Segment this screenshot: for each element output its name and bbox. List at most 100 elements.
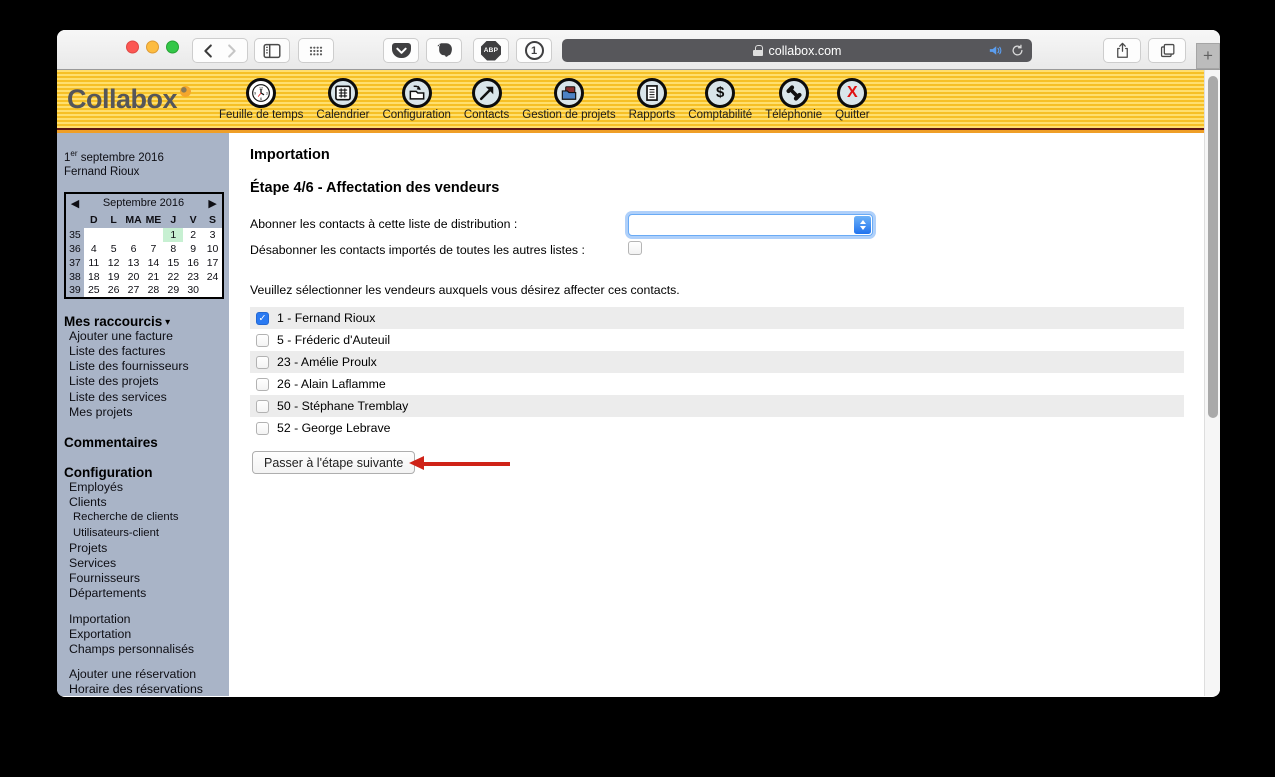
vendor-checkbox[interactable]: [256, 377, 269, 391]
calendar-day-cell[interactable]: 4: [83, 241, 104, 256]
sidebar-section-title-commentaires[interactable]: Commentaires: [64, 435, 229, 450]
calendar-day-cell[interactable]: 13: [123, 255, 144, 270]
calendar-day-cell[interactable]: 27: [123, 283, 144, 298]
app-nav-item-t-l-phonie[interactable]: Téléphonie: [765, 77, 822, 121]
sidebar-item-projets[interactable]: Projets: [64, 541, 229, 556]
calendar-day-cell[interactable]: 12: [103, 255, 124, 270]
calendar-day-cell[interactable]: 3: [203, 227, 223, 242]
calendar-day-cell[interactable]: 21: [143, 269, 164, 284]
app-nav-item-comptabilit-[interactable]: $ Comptabilité: [688, 77, 753, 121]
sidebar-item-employ-s[interactable]: Employés: [64, 480, 229, 495]
sidebar-item-liste-des-services[interactable]: Liste des services: [64, 390, 229, 405]
app-nav-item-quitter[interactable]: X Quitter: [835, 77, 870, 121]
calendar-day-cell[interactable]: 22: [163, 269, 184, 284]
next-month-icon[interactable]: ▶: [203, 193, 223, 213]
page-scrollbar[interactable]: [1204, 70, 1220, 696]
sidebar-item-importation[interactable]: Importation: [64, 612, 229, 627]
sidebar-section-title-mes-raccourcis[interactable]: Mes raccourcis ▾: [64, 314, 229, 329]
calendar-day-cell[interactable]: 24: [203, 269, 223, 284]
calendar-day-cell[interactable]: 20: [123, 269, 144, 284]
app-nav-label: Comptabilité: [688, 108, 753, 121]
calendar-day-header: S: [209, 214, 217, 227]
calendar-day-cell[interactable]: 8: [163, 241, 184, 256]
calendar-day-cell[interactable]: 26: [103, 283, 124, 298]
sidebar-toggle-button[interactable]: [254, 38, 290, 63]
sidebar-item-champs-personnalis-s[interactable]: Champs personnalisés: [64, 642, 229, 657]
vendor-checkbox[interactable]: [256, 421, 269, 435]
calendar-empty-cell: [123, 227, 144, 242]
sidebar-item-exportation[interactable]: Exportation: [64, 627, 229, 642]
sidebar-item-mes-projets[interactable]: Mes projets: [64, 405, 229, 420]
calendar-day-cell[interactable]: 25: [83, 283, 104, 298]
sidebar-item-recherche-de-clients[interactable]: Recherche de clients: [64, 510, 229, 525]
app-nav-item-feuille-de-temps[interactable]: 12 3 6 9 Feuille de temps: [219, 77, 303, 121]
next-step-button[interactable]: Passer à l'étape suivante: [252, 451, 416, 474]
sidebar-item-liste-des-projets[interactable]: Liste des projets: [64, 374, 229, 389]
onepassword-extension-button[interactable]: 1: [516, 38, 552, 63]
calendar-day-cell[interactable]: 1: [163, 227, 184, 242]
calendar-day-cell[interactable]: 14: [143, 255, 164, 270]
sidebar-item-clients[interactable]: Clients: [64, 495, 229, 510]
app-nav: 12 3 6 9 Feuille de temps Calendrier Configura…: [219, 77, 870, 121]
vendor-checkbox[interactable]: [256, 355, 269, 369]
vendor-checkbox[interactable]: ✓: [256, 311, 269, 325]
calendar-day-cell[interactable]: 11: [83, 255, 104, 270]
calendar-day-cell[interactable]: 15: [163, 255, 184, 270]
vendor-checkbox[interactable]: [256, 333, 269, 347]
minimize-window-button[interactable]: [146, 40, 159, 54]
calendar-day-cell[interactable]: 9: [183, 241, 204, 256]
prev-month-icon[interactable]: ◀: [65, 193, 84, 213]
calendar-day-cell[interactable]: 10: [203, 241, 223, 256]
unsubscribe-checkbox[interactable]: [628, 241, 642, 255]
back-chevron-icon[interactable]: [198, 40, 220, 62]
calendar-day-cell[interactable]: 19: [103, 269, 124, 284]
calendar-day-cell[interactable]: 2: [183, 227, 204, 242]
sidebar-item-services[interactable]: Services: [64, 556, 229, 571]
sidebar-section-title-configuration[interactable]: Configuration: [64, 465, 229, 480]
close-window-button[interactable]: [126, 40, 139, 54]
app-nav-item-rapports[interactable]: Rapports: [629, 77, 675, 121]
vendor-label: 5 - Fréderic d'Auteuil: [277, 333, 391, 347]
app-nav-item-contacts[interactable]: Contacts: [464, 77, 509, 121]
top-sites-button[interactable]: [298, 38, 334, 63]
app-nav-item-configuration[interactable]: Configuration: [382, 77, 451, 121]
calendar-day-cell[interactable]: 18: [83, 269, 104, 284]
scrollbar-thumb[interactable]: [1207, 76, 1218, 418]
zoom-window-button[interactable]: [166, 40, 179, 54]
calendar-day-cell[interactable]: 6: [123, 241, 144, 256]
sidebar-item-ajouter-une-r-servation[interactable]: Ajouter une réservation: [64, 667, 229, 682]
evernote-extension-button[interactable]: [426, 38, 462, 63]
sidebar-item-fournisseurs[interactable]: Fournisseurs: [64, 571, 229, 586]
address-bar[interactable]: collabox.com: [562, 39, 1032, 62]
calendar-empty-cell: [83, 227, 104, 242]
calendar-day-cell[interactable]: 5: [103, 241, 124, 256]
calendar-day-cell[interactable]: 30: [183, 283, 204, 298]
vendor-checkbox[interactable]: [256, 399, 269, 413]
app-nav-item-gestion-de-projets[interactable]: Gestion de projets: [522, 77, 616, 121]
sidebar-item-d-partements[interactable]: Départements: [64, 586, 229, 601]
calendar-day-cell[interactable]: 29: [163, 283, 184, 298]
calendar-day-cell[interactable]: 16: [183, 255, 204, 270]
new-tab-button[interactable]: +: [1196, 43, 1220, 69]
sidebar-item-utilisateurs-client[interactable]: Utilisateurs-client: [64, 526, 229, 541]
adblock-plus-extension-button[interactable]: ABP: [473, 38, 509, 63]
share-button[interactable]: [1103, 38, 1141, 63]
sidebar-item-liste-des-fournisseurs[interactable]: Liste des fournisseurs: [64, 359, 229, 374]
sidebar-item-liste-des-factures[interactable]: Liste des factures: [64, 344, 229, 359]
calendar-day-cell[interactable]: 7: [143, 241, 164, 256]
sidebar-item-horaire-des-r-servations[interactable]: Horaire des réservations: [64, 682, 229, 697]
reload-icon[interactable]: [1010, 43, 1025, 58]
calendar-day-cell[interactable]: 28: [143, 283, 164, 298]
forward-chevron-icon[interactable]: [220, 40, 242, 62]
calendar-day-header: J: [170, 214, 177, 227]
calendar-day-cell[interactable]: 23: [183, 269, 204, 284]
audio-mute-icon[interactable]: [987, 42, 1004, 59]
collabox-logo[interactable]: Collabox: [67, 84, 192, 115]
calendar-day-cell[interactable]: 17: [203, 255, 223, 270]
distribution-list-select[interactable]: [628, 214, 873, 236]
pocket-extension-button[interactable]: [383, 38, 419, 63]
phone-icon: [778, 77, 809, 108]
tab-overview-button[interactable]: [1148, 38, 1186, 63]
sidebar-item-ajouter-une-facture[interactable]: Ajouter une facture: [64, 329, 229, 344]
app-nav-item-calendrier[interactable]: Calendrier: [316, 77, 369, 121]
